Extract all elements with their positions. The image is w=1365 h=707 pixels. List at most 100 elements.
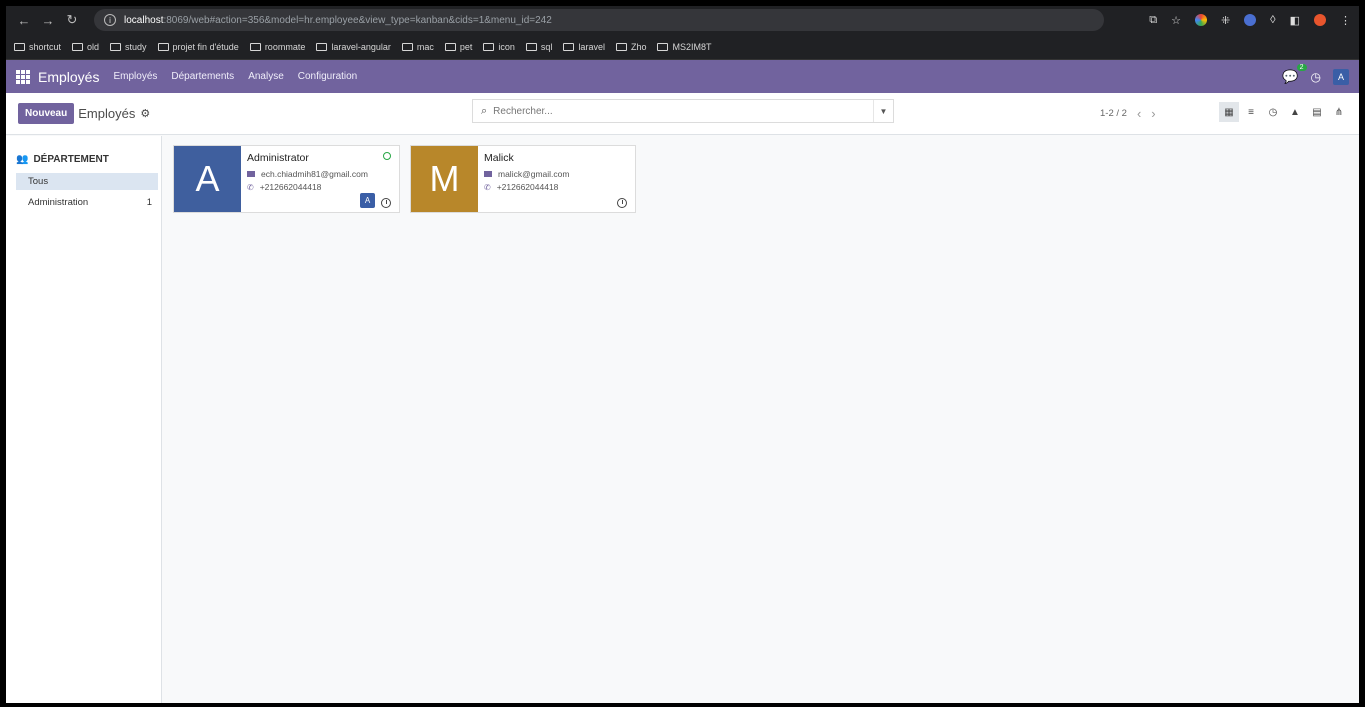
browser-toolbar: ← → ↻ i localhost:8069/web#action=356&mo… (6, 6, 1359, 34)
bookmark-label: roommate (264, 41, 306, 52)
bookmark-label: projet fin d'étude (172, 41, 239, 52)
pager-previous-icon[interactable]: ‹ (1137, 106, 1141, 121)
menu-departements[interactable]: Départements (171, 71, 234, 82)
folder-icon (14, 42, 25, 51)
pager-next-icon[interactable]: › (1151, 106, 1155, 121)
pager-value[interactable]: 1-2 / 2 (1100, 108, 1127, 119)
menu-employes[interactable]: Employés (113, 71, 157, 82)
bookmark-label: old (87, 41, 100, 52)
department-item-label: Tous (28, 176, 49, 187)
employee-card[interactable]: M Malick malick@gmail.com ✆ +212662044418 (410, 145, 636, 213)
extension-puzzle-icon[interactable]: ⁜ (1221, 14, 1230, 27)
list-view-icon[interactable]: ≡ (1241, 102, 1261, 122)
page-title: Employés (78, 106, 136, 121)
bookmark-label: sql (540, 41, 553, 52)
envelope-icon (247, 171, 255, 177)
bookmark-label: mac (416, 41, 434, 52)
browser-window: ← → ↻ i localhost:8069/web#action=356&mo… (6, 6, 1359, 703)
menu-analyse[interactable]: Analyse (248, 71, 284, 82)
folder-icon (444, 42, 456, 51)
new-button[interactable]: Nouveau (18, 103, 75, 124)
activity-clock-icon[interactable] (381, 198, 391, 208)
bookmark-label: MS2IM8T (672, 41, 712, 52)
folder-icon (157, 42, 169, 51)
extension-badge-icon[interactable] (1244, 14, 1257, 26)
activity-clock-icon[interactable]: ◷ (1311, 70, 1321, 84)
browser-actions: ⧉ ☆ ⁜ ◊ ◧ ⋮ (1149, 14, 1351, 27)
bookmark-item[interactable]: pet (444, 41, 473, 52)
department-heading-label: DÉPARTEMENT (33, 154, 109, 165)
bookmark-star-icon[interactable]: ☆ (1171, 14, 1181, 27)
profile-icon[interactable] (1314, 14, 1326, 26)
employee-email: malick@gmail.com (498, 169, 570, 179)
cast-icon[interactable]: ⧉ (1149, 14, 1157, 27)
pivot-view-icon[interactable]: ▤ (1307, 102, 1327, 122)
employee-avatar: A (174, 146, 241, 212)
bookmark-item[interactable]: study (110, 42, 147, 52)
related-user-avatar[interactable]: A (360, 193, 375, 208)
activity-clock-icon[interactable] (617, 198, 627, 208)
extensions-icon[interactable]: ◊ (1270, 14, 1275, 26)
department-item-label: Administration (28, 197, 89, 208)
employee-card[interactable]: A Administrator ech.chiadmih81@gmail.com… (173, 145, 400, 213)
control-panel: Nouveau Employés ⚙ ⌕ Rechercher... ▼ 1-2… (6, 93, 1359, 135)
folder-icon (316, 42, 328, 51)
folder-icon (483, 42, 495, 51)
reload-icon[interactable]: ↻ (62, 12, 82, 28)
bookmark-label: pet (459, 41, 473, 52)
back-icon[interactable]: ← (14, 13, 34, 28)
bookmarks-bar: shortcut old study projet fin d'étude roomma… (6, 34, 1359, 60)
bookmark-label: laravel (578, 41, 605, 52)
bookmark-item[interactable]: laravel-angular (316, 42, 391, 52)
bookmark-item[interactable]: mac (401, 41, 434, 52)
bookmark-label: icon (498, 41, 515, 52)
hierarchy-view-icon[interactable]: ⋔ (1329, 102, 1349, 122)
forward-icon[interactable]: → (38, 13, 58, 28)
bookmark-item[interactable]: old (72, 42, 99, 52)
site-info-icon[interactable]: i (104, 14, 116, 26)
department-panel: 👥 DÉPARTEMENT Tous Administration 1 (6, 136, 162, 703)
apps-menu-icon[interactable] (16, 69, 30, 84)
bookmark-item[interactable]: laravel (563, 42, 605, 52)
bookmark-item[interactable]: Zho (615, 42, 646, 52)
department-item-administration[interactable]: Administration 1 (16, 194, 158, 211)
employee-avatar: M (411, 146, 478, 212)
browser-menu-icon[interactable]: ⋮ (1340, 14, 1351, 27)
bookmark-item[interactable]: shortcut (14, 42, 61, 52)
presence-status-icon (383, 152, 391, 160)
url-path: :8069/web#action=356&model=hr.employee&v… (163, 14, 552, 26)
extension-icon[interactable] (1194, 14, 1207, 26)
phone-icon: ✆ (247, 182, 254, 192)
phone-icon: ✆ (484, 182, 491, 192)
address-bar[interactable]: i localhost:8069/web#action=356&model=hr… (94, 9, 1104, 31)
folder-icon (563, 42, 575, 51)
department-item-count: 1 (146, 197, 152, 208)
search-options-dropdown[interactable]: ▼ (873, 100, 893, 122)
sidepanel-icon[interactable]: ◧ (1290, 14, 1300, 27)
folder-icon (72, 42, 84, 51)
bookmark-item[interactable]: projet fin d'étude (157, 41, 239, 52)
department-item-tous[interactable]: Tous (16, 173, 158, 190)
pager: 1-2 / 2 ‹ › (1100, 106, 1156, 121)
chat-icon[interactable]: 💬 2 (1282, 63, 1307, 85)
search-input[interactable]: Rechercher... (493, 106, 552, 117)
bookmark-item[interactable]: MS2IM8T (657, 42, 711, 52)
kanban-view-icon[interactable]: ▦ (1219, 102, 1239, 122)
bookmark-item[interactable]: sql (525, 41, 553, 52)
search-bar: ⌕ Rechercher... ▼ (472, 99, 894, 123)
graph-view-icon[interactable]: ▲ (1285, 102, 1305, 122)
gear-icon[interactable]: ⚙ (140, 107, 150, 120)
department-heading: 👥 DÉPARTEMENT (16, 154, 161, 165)
bookmark-item[interactable]: icon (483, 42, 515, 52)
folder-icon (525, 42, 537, 51)
app-name[interactable]: Employés (38, 69, 99, 85)
employee-email: ech.chiadmih81@gmail.com (261, 169, 368, 179)
navbar-systray: 💬 2 ◷ A (1282, 63, 1349, 85)
bookmark-label: shortcut (29, 41, 62, 52)
activity-view-icon[interactable]: ◷ (1263, 102, 1283, 122)
bookmark-item[interactable]: roommate (249, 41, 306, 52)
chat-count-badge: 2 (1296, 63, 1307, 71)
user-avatar[interactable]: A (1333, 68, 1349, 85)
menu-configuration[interactable]: Configuration (298, 71, 357, 82)
folder-icon (657, 42, 669, 51)
